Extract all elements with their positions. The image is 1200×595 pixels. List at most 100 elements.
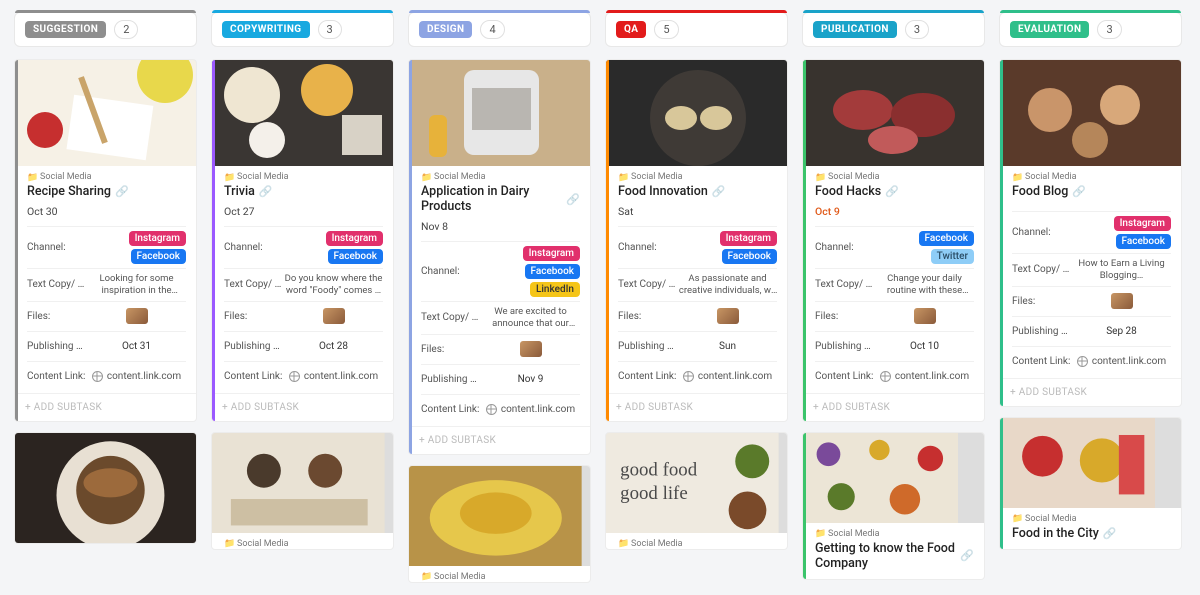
column-header[interactable]: COPYWRITING 3 bbox=[211, 12, 394, 47]
card-title: Trivia🔗 bbox=[224, 184, 383, 199]
field-label-text-copy: Text Copy/ C… bbox=[815, 279, 875, 290]
card-title: Food Blog🔗 bbox=[1012, 184, 1171, 199]
column-badge: EVALUATION bbox=[1010, 21, 1089, 38]
content-link-value[interactable]: content.link.com bbox=[683, 371, 772, 382]
column-design: DESIGN 4 📁Social Media Application in Da… bbox=[408, 12, 591, 583]
card-title: Food Hacks🔗 bbox=[815, 184, 974, 199]
content-link-value[interactable]: content.link.com bbox=[1077, 356, 1166, 367]
task-card[interactable]: 📁Social Media Food in the City🔗 bbox=[999, 417, 1182, 550]
channel-chip-twitter: Twitter bbox=[931, 249, 974, 264]
task-card[interactable]: 📁Social Media bbox=[408, 465, 591, 583]
publishing-date-value: Oct 10 bbox=[875, 341, 974, 352]
column-evaluation: EVALUATION 3 📁Social Media Food Blog🔗 Ch… bbox=[999, 12, 1182, 583]
field-label-publishing: Publishing D… bbox=[815, 341, 875, 352]
card-category: 📁Social Media bbox=[1012, 172, 1171, 182]
task-card[interactable] bbox=[14, 432, 197, 544]
field-label-channel: Channel: bbox=[618, 242, 678, 253]
field-label-content-link: Content Link: bbox=[224, 371, 284, 382]
file-thumbnail[interactable] bbox=[520, 341, 542, 357]
channel-chip-instagram: Instagram bbox=[523, 246, 580, 261]
card-date: Oct 9 bbox=[815, 205, 974, 226]
task-card[interactable]: 📁Social Media Food Hacks🔗 Oct 9 Channel:… bbox=[802, 59, 985, 422]
column-count: 5 bbox=[654, 20, 678, 39]
add-subtask-button[interactable]: + ADD SUBTASK bbox=[1000, 378, 1181, 406]
field-label-publishing: Publishing D… bbox=[421, 374, 481, 385]
field-label-publishing: Publishing D… bbox=[1012, 326, 1072, 337]
task-card[interactable]: 📁Social Media Recipe Sharing🔗 Oct 30 Cha… bbox=[14, 59, 197, 422]
field-label-text-copy: Text Copy/ C… bbox=[618, 279, 678, 290]
column-badge: PUBLICATION bbox=[813, 21, 897, 38]
file-thumbnail[interactable] bbox=[717, 308, 739, 324]
link-icon: 🔗 bbox=[885, 185, 899, 198]
field-label-text-copy: Text Copy/ C… bbox=[27, 279, 87, 290]
column-badge: COPYWRITING bbox=[222, 21, 310, 38]
field-label-channel: Channel: bbox=[1012, 227, 1072, 238]
field-label-publishing: Publishing D… bbox=[27, 341, 87, 352]
task-card[interactable]: 📁Social Media Food Innovation🔗 Sat Chann… bbox=[605, 59, 788, 422]
task-card[interactable]: 📁Social Media Getting to know the Food C… bbox=[802, 432, 985, 580]
card-image bbox=[15, 60, 196, 166]
add-subtask-button[interactable]: + ADD SUBTASK bbox=[409, 426, 590, 454]
publishing-date-value: Sun bbox=[678, 341, 777, 352]
channel-chip-instagram: Instagram bbox=[1114, 216, 1171, 231]
field-label-content-link: Content Link: bbox=[27, 371, 87, 382]
svg-text:good life: good life bbox=[620, 483, 688, 504]
add-subtask-button[interactable]: + ADD SUBTASK bbox=[803, 393, 984, 421]
text-copy-value: Do you know where the word "Foody" comes… bbox=[284, 273, 383, 297]
field-label-text-copy: Text Copy/ C… bbox=[224, 279, 284, 290]
field-label-content-link: Content Link: bbox=[1012, 356, 1072, 367]
task-card[interactable]: 📁Social Media Application in Dairy Produ… bbox=[408, 59, 591, 455]
task-card[interactable]: good foodgood life 📁Social Media bbox=[605, 432, 788, 550]
text-copy-value: How to Earn a Living Blogging… bbox=[1072, 258, 1171, 282]
card-category: 📁Social Media bbox=[421, 172, 580, 182]
column-header[interactable]: DESIGN 4 bbox=[408, 12, 591, 47]
card-image: good foodgood life bbox=[606, 433, 787, 533]
card-image bbox=[803, 433, 984, 523]
globe-icon bbox=[880, 371, 891, 382]
content-link-value[interactable]: content.link.com bbox=[289, 371, 378, 382]
card-image bbox=[212, 433, 393, 533]
field-label-content-link: Content Link: bbox=[421, 404, 481, 415]
column-count: 3 bbox=[905, 20, 929, 39]
column-copywriting: COPYWRITING 3 📁Social Media Trivia🔗 Oct … bbox=[211, 12, 394, 583]
card-title: Getting to know the Food Company🔗 bbox=[815, 541, 974, 571]
globe-icon bbox=[1077, 356, 1088, 367]
content-link-value[interactable]: content.link.com bbox=[92, 371, 181, 382]
card-image bbox=[1000, 418, 1181, 508]
channel-chip-linkedin: LinkedIn bbox=[530, 282, 580, 297]
content-link-value[interactable]: content.link.com bbox=[880, 371, 969, 382]
field-label-channel: Channel: bbox=[224, 242, 284, 253]
column-header[interactable]: PUBLICATION 3 bbox=[802, 12, 985, 47]
card-image bbox=[15, 433, 196, 543]
task-card[interactable]: 📁Social Media Food Blog🔗 Channel: Instag… bbox=[999, 59, 1182, 407]
field-label-text-copy: Text Copy/ C… bbox=[1012, 264, 1072, 275]
link-icon: 🔗 bbox=[1072, 185, 1086, 198]
field-label-channel: Channel: bbox=[27, 242, 87, 253]
publishing-date-value: Nov 9 bbox=[481, 374, 580, 385]
column-header[interactable]: EVALUATION 3 bbox=[999, 12, 1182, 47]
content-link-value[interactable]: content.link.com bbox=[486, 404, 575, 415]
channel-chip-facebook: Facebook bbox=[1116, 234, 1172, 249]
column-header[interactable]: SUGGESTION 2 bbox=[14, 12, 197, 47]
card-date: Oct 27 bbox=[224, 205, 383, 226]
column-count: 4 bbox=[480, 20, 504, 39]
column-header[interactable]: QA 5 bbox=[605, 12, 788, 47]
column-publication: PUBLICATION 3 📁Social Media Food Hacks🔗 … bbox=[802, 12, 985, 583]
add-subtask-button[interactable]: + ADD SUBTASK bbox=[15, 393, 196, 421]
link-icon: 🔗 bbox=[259, 185, 273, 198]
column-qa: QA 5 📁Social Media Food Innovation🔗 Sat … bbox=[605, 12, 788, 583]
card-date: Sat bbox=[618, 205, 777, 226]
field-label-text-copy: Text Copy/ C… bbox=[421, 312, 481, 323]
card-date: Nov 8 bbox=[421, 220, 580, 241]
file-thumbnail[interactable] bbox=[914, 308, 936, 324]
card-title: Application in Dairy Products🔗 bbox=[421, 184, 580, 214]
file-thumbnail[interactable] bbox=[323, 308, 345, 324]
add-subtask-button[interactable]: + ADD SUBTASK bbox=[606, 393, 787, 421]
add-subtask-button[interactable]: + ADD SUBTASK bbox=[212, 393, 393, 421]
file-thumbnail[interactable] bbox=[1111, 293, 1133, 309]
task-card[interactable]: 📁Social Media bbox=[211, 432, 394, 550]
column-badge: SUGGESTION bbox=[25, 21, 106, 38]
file-thumbnail[interactable] bbox=[126, 308, 148, 324]
task-card[interactable]: 📁Social Media Trivia🔗 Oct 27 Channel: In… bbox=[211, 59, 394, 422]
card-category: 📁Social Media bbox=[815, 172, 974, 182]
